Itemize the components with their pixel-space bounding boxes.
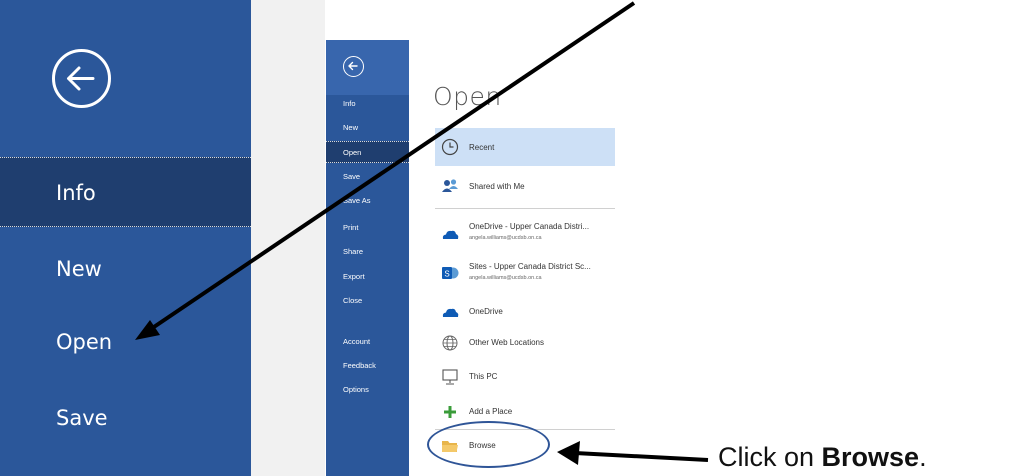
instruction-callout: Click on Browse. [718, 441, 927, 473]
callout-suffix: . [919, 442, 927, 472]
arrow-to-browse [574, 451, 709, 462]
callout-bold: Browse [821, 442, 920, 472]
annotation-arrows [135, 1, 709, 465]
arrow-head-browse [557, 441, 580, 465]
arrow-to-open [143, 1, 636, 335]
callout-prefix: Click on [718, 442, 822, 472]
